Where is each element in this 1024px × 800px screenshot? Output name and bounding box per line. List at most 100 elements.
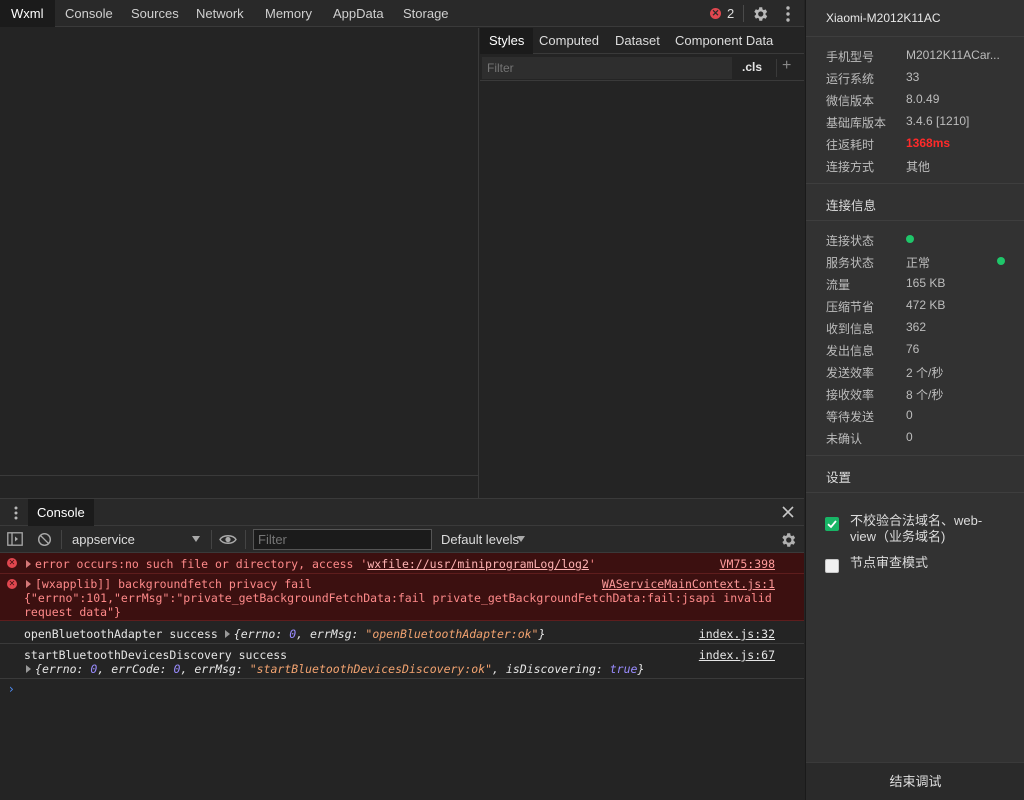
- expand-triangle-icon[interactable]: [224, 630, 230, 638]
- skip-domain-check-checkbox[interactable]: [825, 517, 839, 531]
- expand-triangle-icon[interactable]: [26, 580, 31, 588]
- styles-filter-input[interactable]: [482, 57, 732, 79]
- source-link[interactable]: index.js:67: [699, 648, 775, 662]
- divider: [806, 492, 1024, 493]
- tab-memory[interactable]: Memory: [254, 0, 323, 27]
- console-error-message[interactable]: ✕ [wxapplib]] backgroundfetch privacy fa…: [0, 574, 804, 621]
- settings-section-title: 设置: [826, 471, 852, 485]
- obj-sep: ,: [296, 627, 310, 641]
- obj-brace: }: [637, 662, 645, 676]
- info-label: 接收效率: [826, 388, 875, 402]
- tab-appdata[interactable]: AppData: [322, 0, 395, 27]
- message-prefix: error occurs:no such file or directory, …: [35, 557, 368, 571]
- info-label: 连接方式: [826, 160, 875, 174]
- wxml-tree-panel[interactable]: [0, 28, 479, 498]
- console-log-message[interactable]: openBluetoothAdapter success {errno: 0, …: [0, 622, 804, 644]
- console-log-message[interactable]: startBluetoothDevicesDiscovery success {…: [0, 644, 804, 679]
- message-label: startBluetoothDevicesDiscovery success: [24, 648, 288, 662]
- obj-sep: ,: [180, 662, 195, 676]
- source-link[interactable]: index.js:32: [699, 627, 775, 641]
- obj-key: errno:: [240, 627, 290, 641]
- tab-component-data[interactable]: Component Data: [666, 28, 782, 54]
- end-debug-button[interactable]: 结束调试: [806, 762, 1024, 800]
- info-row: 基础库版本 3.4.6 [1210]: [826, 114, 1016, 136]
- message-line: [wxapplib]] backgroundfetch privacy fail: [35, 577, 312, 591]
- divider: [806, 455, 1024, 456]
- connection-row: 收到信息 362: [826, 320, 1016, 342]
- connection-row: 发出信息 76: [826, 342, 1016, 364]
- source-link[interactable]: WAServiceMainContext.js:1: [602, 577, 775, 591]
- console-toolbar: appservice Default levels: [0, 526, 804, 553]
- info-label: 发送效率: [826, 366, 875, 380]
- info-label: 连接状态: [826, 234, 875, 248]
- chevron-down-icon: [517, 536, 525, 542]
- obj-key: isDiscovering:: [505, 662, 610, 676]
- more-menu-icon[interactable]: [782, 5, 794, 23]
- settings-gear-icon[interactable]: [751, 5, 769, 23]
- info-value: M2012K11ACar...: [906, 48, 1000, 62]
- close-icon[interactable]: [780, 504, 796, 520]
- source-link[interactable]: VM75:398: [720, 557, 775, 571]
- info-value: 165 KB: [906, 276, 946, 290]
- divider: [776, 59, 777, 77]
- obj-key: errMsg:: [310, 627, 366, 641]
- cls-toggle-button[interactable]: .cls: [742, 60, 762, 74]
- drawer-tab-bar: Console: [0, 498, 804, 526]
- connection-row: 接收效率 8 个/秒: [826, 386, 1016, 408]
- console-prompt[interactable]: ›: [9, 682, 14, 696]
- expand-triangle-icon[interactable]: [26, 560, 31, 568]
- info-label: 等待发送: [826, 410, 875, 424]
- drawer-tab-console[interactable]: Console: [28, 499, 94, 526]
- console-settings-gear-icon[interactable]: [779, 531, 797, 549]
- tab-sources[interactable]: Sources: [120, 0, 190, 27]
- info-label: 运行系统: [826, 72, 875, 86]
- styles-filter-row: .cls +: [480, 55, 804, 81]
- message-text: [wxapplib]] backgroundfetch privacy fail: [26, 577, 312, 591]
- tab-storage[interactable]: Storage: [392, 0, 460, 27]
- skip-domain-check-label[interactable]: 不校验合法域名、web-view（业务域名): [850, 513, 1000, 545]
- info-value: 472 KB: [906, 298, 946, 312]
- tab-computed[interactable]: Computed: [530, 28, 608, 54]
- message-suffix: ': [588, 557, 596, 571]
- device-info-panel: Xiaomi-M2012K11AC 手机型号 M2012K11ACar... 运…: [805, 0, 1024, 800]
- status-dot-icon: [906, 235, 914, 243]
- info-value: 8 个/秒: [906, 388, 944, 402]
- add-style-rule-button[interactable]: +: [782, 57, 791, 75]
- node-inspect-checkbox[interactable]: [825, 559, 839, 573]
- info-value: 0: [906, 430, 913, 444]
- console-filter-input[interactable]: [253, 529, 432, 550]
- file-link[interactable]: wxfile://usr/miniprogramLog/log2: [367, 557, 589, 571]
- message-label: openBluetoothAdapter success: [24, 627, 225, 641]
- divider: [806, 36, 1024, 37]
- obj-key: errno:: [41, 662, 91, 676]
- info-label: 压缩节省: [826, 300, 875, 314]
- error-count-badge[interactable]: ✕ 2: [710, 6, 734, 21]
- obj-key: errCode:: [111, 662, 174, 676]
- info-label: 手机型号: [826, 50, 875, 64]
- node-inspect-label[interactable]: 节点审查模式: [850, 555, 1000, 571]
- context-select[interactable]: appservice: [72, 526, 202, 553]
- tab-network[interactable]: Network: [185, 0, 255, 27]
- live-expression-eye-icon[interactable]: [219, 532, 237, 547]
- console-messages[interactable]: ✕ error occurs:no such file or directory…: [0, 553, 804, 800]
- tab-dataset[interactable]: Dataset: [606, 28, 669, 54]
- info-label: 往返耗时: [826, 138, 875, 152]
- clear-console-icon[interactable]: [37, 532, 52, 547]
- divider: [743, 5, 744, 22]
- sidebar-toggle-icon[interactable]: [7, 532, 23, 546]
- tab-wxml[interactable]: Wxml: [0, 0, 55, 27]
- info-value: 0: [906, 408, 913, 422]
- expand-triangle-icon[interactable]: [26, 665, 31, 673]
- message-text: error occurs:no such file or directory, …: [26, 557, 596, 571]
- main-tab-bar: Wxml Console Sources Network Memory AppD…: [0, 0, 804, 27]
- info-label: 流量: [826, 278, 851, 292]
- info-row: 连接方式 其他: [826, 158, 1016, 180]
- tab-console[interactable]: Console: [54, 0, 124, 27]
- tab-styles[interactable]: Styles: [480, 28, 534, 54]
- message-line: request data"}: [24, 605, 121, 619]
- console-error-message[interactable]: ✕ error occurs:no such file or directory…: [0, 553, 804, 574]
- log-levels-dropdown[interactable]: Default levels: [441, 526, 519, 553]
- connection-row: 发送效率 2 个/秒: [826, 364, 1016, 386]
- obj-value: "startBluetoothDevicesDiscovery:ok": [249, 662, 493, 676]
- drawer-menu-icon[interactable]: [10, 505, 22, 521]
